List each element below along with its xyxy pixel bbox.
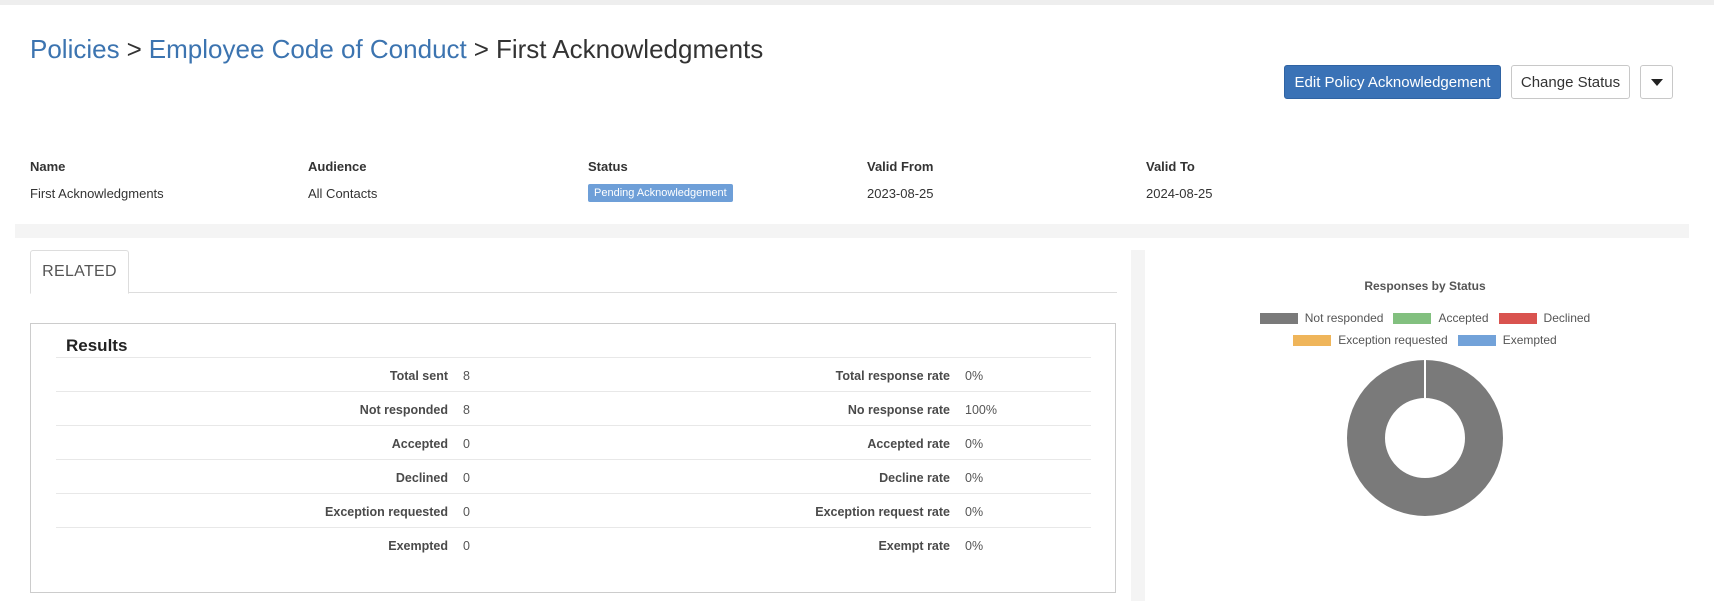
legend-label: Exception requested: [1338, 333, 1448, 347]
detail-name: Name First Acknowledgments: [30, 159, 164, 202]
legend-item-declined[interactable]: Declined: [1498, 311, 1591, 325]
caret-down-icon: [1650, 78, 1663, 86]
rate-value: 0%: [965, 539, 984, 553]
table-row: Not responded 8 No response rate 100%: [56, 391, 1091, 425]
responses-chart: Responses by Status Not responded Accept…: [1145, 250, 1705, 600]
change-status-button[interactable]: Change Status: [1511, 65, 1630, 99]
detail-status: Status Pending Acknowledgement: [588, 159, 733, 202]
rate-value: 0%: [965, 437, 984, 451]
metric-label: Not responded: [359, 403, 448, 417]
detail-value: All Contacts: [308, 186, 378, 201]
detail-label: Valid To: [1146, 159, 1195, 174]
detail-value: 2023-08-25: [867, 186, 934, 201]
section-divider: [15, 224, 1689, 238]
page-title: First Acknowledgments: [495, 34, 764, 64]
rate-label: Decline rate: [879, 471, 950, 485]
details-summary: Name First Acknowledgments Audience All …: [30, 159, 1690, 209]
rate-label: Total response rate: [835, 369, 950, 383]
metric-label: Exception requested: [325, 505, 448, 519]
legend-swatch: [1259, 312, 1298, 324]
panel-gutter: [1131, 250, 1145, 601]
metric-value: 8: [463, 369, 470, 383]
tab-bar: RELATED: [30, 250, 1117, 294]
rate-value: 0%: [965, 369, 984, 383]
metric-value: 0: [463, 505, 470, 519]
rate-value: 0%: [965, 471, 984, 485]
metric-value: 0: [463, 471, 470, 485]
legend-swatch: [1293, 334, 1332, 346]
detail-value: First Acknowledgments: [30, 186, 164, 201]
legend-item-not-responded[interactable]: Not responded: [1259, 311, 1384, 325]
rate-label: Exempt rate: [878, 539, 950, 553]
metric-value: 0: [463, 539, 470, 553]
breadcrumb-link-policies[interactable]: Policies: [30, 34, 120, 64]
table-row: Exempted 0 Exempt rate 0%: [56, 527, 1091, 561]
top-bar: [0, 0, 1714, 5]
detail-valid-to: Valid To 2024-08-25: [1146, 159, 1213, 202]
legend-label: Exempted: [1502, 333, 1557, 347]
tab-related[interactable]: RELATED: [30, 250, 129, 294]
rate-value: 0%: [965, 505, 984, 519]
breadcrumb-link-policy[interactable]: Employee Code of Conduct: [149, 34, 467, 64]
detail-value: 2024-08-25: [1146, 186, 1213, 201]
rate-label: Exception request rate: [815, 505, 950, 519]
rate-value: 100%: [965, 403, 997, 417]
chart-legend-row-2: Exception requested Exempted: [1145, 333, 1705, 347]
results-panel: Results Total sent 8 Total response rate…: [30, 323, 1116, 593]
chart-legend-row-1: Not responded Accepted Declined: [1145, 311, 1705, 325]
legend-item-exempted[interactable]: Exempted: [1457, 333, 1557, 347]
detail-label: Status: [588, 159, 628, 174]
metric-label: Total sent: [389, 369, 448, 383]
legend-label: Not responded: [1304, 311, 1384, 325]
status-badge: Pending Acknowledgement: [588, 184, 733, 202]
action-toolbar: Edit Policy Acknowledgement Change Statu…: [1284, 65, 1673, 99]
rate-label: Accepted rate: [867, 437, 950, 451]
detail-label: Name: [30, 159, 66, 174]
rate-label: No response rate: [847, 403, 950, 417]
legend-label: Accepted: [1438, 311, 1489, 325]
breadcrumb-separator: >: [473, 34, 489, 64]
legend-item-exception-requested[interactable]: Exception requested: [1293, 333, 1448, 347]
legend-swatch: [1457, 334, 1496, 346]
table-row: Accepted 0 Accepted rate 0%: [56, 425, 1091, 459]
table-row: Exception requested 0 Exception request …: [56, 493, 1091, 527]
table-row: Total sent 8 Total response rate 0%: [56, 357, 1091, 391]
metric-value: 0: [463, 437, 470, 451]
legend-swatch: [1498, 312, 1537, 324]
legend-label: Declined: [1543, 311, 1591, 325]
metric-label: Exempted: [388, 539, 448, 553]
legend-swatch: [1393, 312, 1432, 324]
breadcrumb-separator: >: [126, 34, 142, 64]
more-actions-dropdown-button[interactable]: [1640, 65, 1673, 99]
edit-policy-acknowledgement-button[interactable]: Edit Policy Acknowledgement: [1284, 65, 1501, 99]
metric-label: Declined: [395, 471, 448, 485]
breadcrumb: Policies > Employee Code of Conduct > First …: [30, 32, 763, 66]
metric-value: 8: [463, 403, 470, 417]
detail-label: Audience: [308, 159, 367, 174]
detail-audience: Audience All Contacts: [308, 159, 377, 202]
table-row: Declined 0 Decline rate 0%: [56, 459, 1091, 493]
chart-title: Responses by Status: [1364, 279, 1486, 293]
donut-chart: [1347, 360, 1503, 516]
detail-valid-from: Valid From 2023-08-25: [867, 159, 934, 202]
legend-item-accepted[interactable]: Accepted: [1393, 311, 1489, 325]
metric-label: Accepted: [391, 437, 448, 451]
detail-label: Valid From: [867, 159, 934, 174]
results-title: Results: [66, 336, 128, 355]
results-table: Total sent 8 Total response rate 0% Not …: [56, 357, 1091, 561]
